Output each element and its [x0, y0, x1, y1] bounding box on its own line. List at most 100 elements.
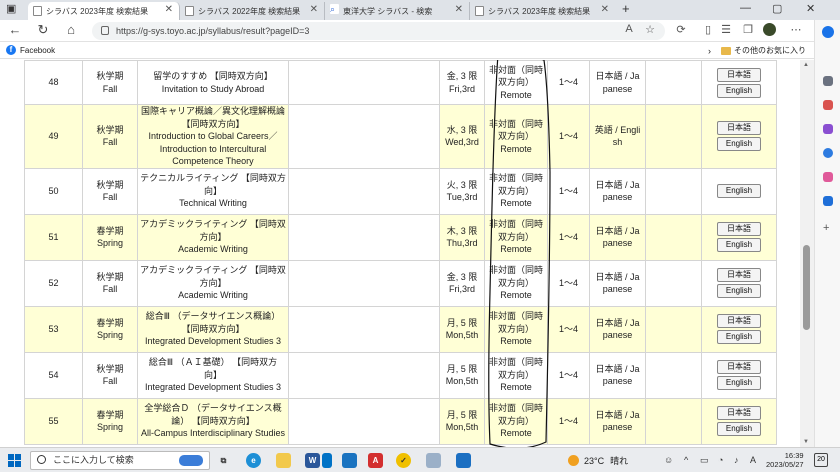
outlook-icon[interactable] — [823, 196, 833, 206]
english-button[interactable]: English — [717, 284, 761, 298]
cell-title: 国際キャリア概論／異文化理解概論 【同時双方向】 Introduction to … — [137, 104, 289, 169]
clock[interactable]: 16:39 2023/05/27 — [766, 451, 804, 469]
japanese-button[interactable]: 日本語 — [717, 268, 761, 282]
new-tab-button[interactable]: + — [622, 1, 630, 16]
word-icon[interactable]: W — [305, 453, 320, 468]
edge-taskbar-icon[interactable]: e — [246, 453, 261, 468]
lang-en: panese — [602, 330, 633, 340]
english-button[interactable]: English — [717, 137, 761, 152]
japanese-button[interactable]: 日本語 — [717, 121, 761, 136]
back-icon[interactable]: ← — [6, 22, 24, 37]
time-ja: 月, 5 限 — [446, 409, 478, 420]
paint-icon[interactable] — [426, 453, 441, 468]
add-icon[interactable]: + — [823, 223, 833, 234]
games-icon[interactable] — [823, 148, 833, 158]
scrollbar-thumb[interactable] — [803, 245, 810, 330]
mail-icon[interactable] — [322, 453, 332, 468]
network-icon[interactable]: ◔ — [718, 455, 723, 465]
people-icon[interactable]: ☺ — [664, 455, 673, 465]
close-icon[interactable]: ✕ — [455, 4, 463, 15]
cell-blank — [645, 259, 702, 307]
credits: 1〜4 — [558, 369, 578, 380]
tab-syllabus-2023-b[interactable]: シラバス 2023年度 検索結果 ✕ — [470, 2, 615, 20]
cell-title: 留学のすすめ 【同時双方向】 Invitation to Study Abroad — [137, 60, 289, 105]
tab-label: シラバス 2023年度 検索結果 — [46, 6, 149, 16]
page-icon — [475, 6, 484, 16]
taskbar-search-input[interactable]: ここに入力して検索 — [30, 451, 210, 470]
search-icon[interactable] — [823, 76, 833, 86]
japanese-button[interactable]: 日本語 — [717, 67, 761, 82]
favorites-icon[interactable]: ☰ — [718, 23, 734, 36]
japanese-button[interactable]: 日本語 — [717, 314, 761, 328]
maximize-icon[interactable]: ▢ — [772, 2, 782, 15]
photos-icon[interactable] — [456, 453, 471, 468]
lang-en: panese — [602, 422, 633, 432]
task-view-icon[interactable]: ⧉ — [216, 453, 231, 468]
volume-icon[interactable]: ♪ — [734, 455, 739, 465]
split-screen-icon[interactable]: ▯ — [700, 23, 716, 36]
tab-syllabus-2022[interactable]: シラバス 2022年度 検索結果 ✕ — [180, 2, 325, 20]
cell-term: 春学期 Spring — [82, 397, 138, 445]
office-icon[interactable] — [823, 172, 833, 182]
weather-widget[interactable]: 23°C 晴れ — [568, 454, 628, 467]
cell-blank — [288, 305, 440, 353]
acrobat-icon[interactable]: A — [368, 453, 383, 468]
extensions-icon[interactable]: ⟳ — [673, 23, 689, 36]
profile-avatar[interactable] — [761, 23, 777, 39]
english-button[interactable]: English — [717, 83, 761, 98]
mode-en: Remote — [500, 382, 532, 393]
cell-buttons: 日本語 English — [701, 305, 777, 353]
file-explorer-icon[interactable] — [276, 453, 291, 468]
window-close-icon[interactable]: ✕ — [806, 2, 815, 15]
battery-icon[interactable]: ▭ — [700, 455, 709, 466]
read-aloud-icon[interactable]: A — [621, 23, 637, 35]
address-bar[interactable]: https://g-sys.toyo.ac.jp/syllabus/result… — [92, 22, 665, 40]
time-ja: 金, 3 限 — [446, 271, 478, 282]
store-icon[interactable] — [342, 453, 357, 468]
search-highlight-icon — [179, 455, 203, 466]
cell-number: 51 — [24, 213, 83, 261]
notification-icon[interactable]: 20 — [814, 453, 828, 467]
refresh-icon[interactable]: ↻ — [34, 22, 52, 38]
close-icon[interactable]: ✕ — [310, 4, 318, 15]
favorite-star-icon[interactable]: ☆ — [642, 23, 658, 36]
tab-syllabus-2023[interactable]: シラバス 2023年度 検索結果 ✕ — [28, 2, 180, 20]
english-button[interactable]: English — [717, 238, 761, 252]
tab-actions-icon[interactable]: ▣ — [6, 2, 16, 15]
credits: 1〜4 — [558, 323, 578, 334]
scroll-down-icon[interactable]: ▼ — [803, 439, 809, 445]
english-button[interactable]: English — [717, 422, 761, 436]
shopping-icon[interactable] — [823, 100, 833, 110]
close-icon[interactable]: ✕ — [601, 4, 609, 15]
close-icon[interactable]: ✕ — [165, 4, 173, 15]
japanese-button[interactable]: 日本語 — [717, 360, 761, 374]
ime-indicator[interactable]: A — [750, 455, 756, 465]
page-scrollbar[interactable]: ▲ ▼ — [800, 60, 814, 447]
tab-search[interactable]: ⌕ 東洋大学 シラバス - 検索 ✕ — [325, 2, 470, 20]
japanese-button[interactable]: 日本語 — [717, 222, 761, 236]
scroll-up-icon[interactable]: ▲ — [803, 62, 809, 68]
minimize-icon[interactable]: — — [740, 2, 751, 14]
cell-term: 秋学期 Fall — [82, 60, 138, 105]
tools-icon[interactable] — [823, 124, 833, 134]
credits: 1〜4 — [558, 77, 578, 88]
mode-en: Remote — [500, 336, 532, 347]
title-en: Technical Writing — [179, 198, 247, 209]
english-button[interactable]: English — [717, 376, 761, 390]
windows-start-icon[interactable] — [8, 454, 21, 467]
english-button[interactable]: English — [717, 330, 761, 344]
mode-ja: 非対面（同時双方向） — [488, 64, 543, 88]
chevron-right-icon[interactable]: › — [708, 46, 711, 56]
more-menu-icon[interactable]: ⋯ — [788, 23, 804, 36]
collections-icon[interactable]: ❐ — [740, 23, 756, 36]
home-icon[interactable]: ⌂ — [62, 22, 80, 37]
english-button[interactable]: English — [717, 184, 761, 198]
cell-mode: 非対面（同時双方向） Remote — [484, 167, 548, 215]
favorite-facebook[interactable]: f Facebook — [6, 45, 55, 55]
table-row: 55 春学期 Spring 全学総合Ｄ （データサイエンス概論） 【同時双方向】 All… — [24, 397, 777, 445]
chevron-up-icon[interactable]: ^ — [684, 455, 688, 465]
japanese-button[interactable]: 日本語 — [717, 406, 761, 420]
other-favorites[interactable]: › その他のお気に入り — [708, 45, 806, 56]
bing-chat-icon[interactable] — [822, 26, 834, 38]
norton-icon[interactable]: ✓ — [396, 453, 411, 468]
